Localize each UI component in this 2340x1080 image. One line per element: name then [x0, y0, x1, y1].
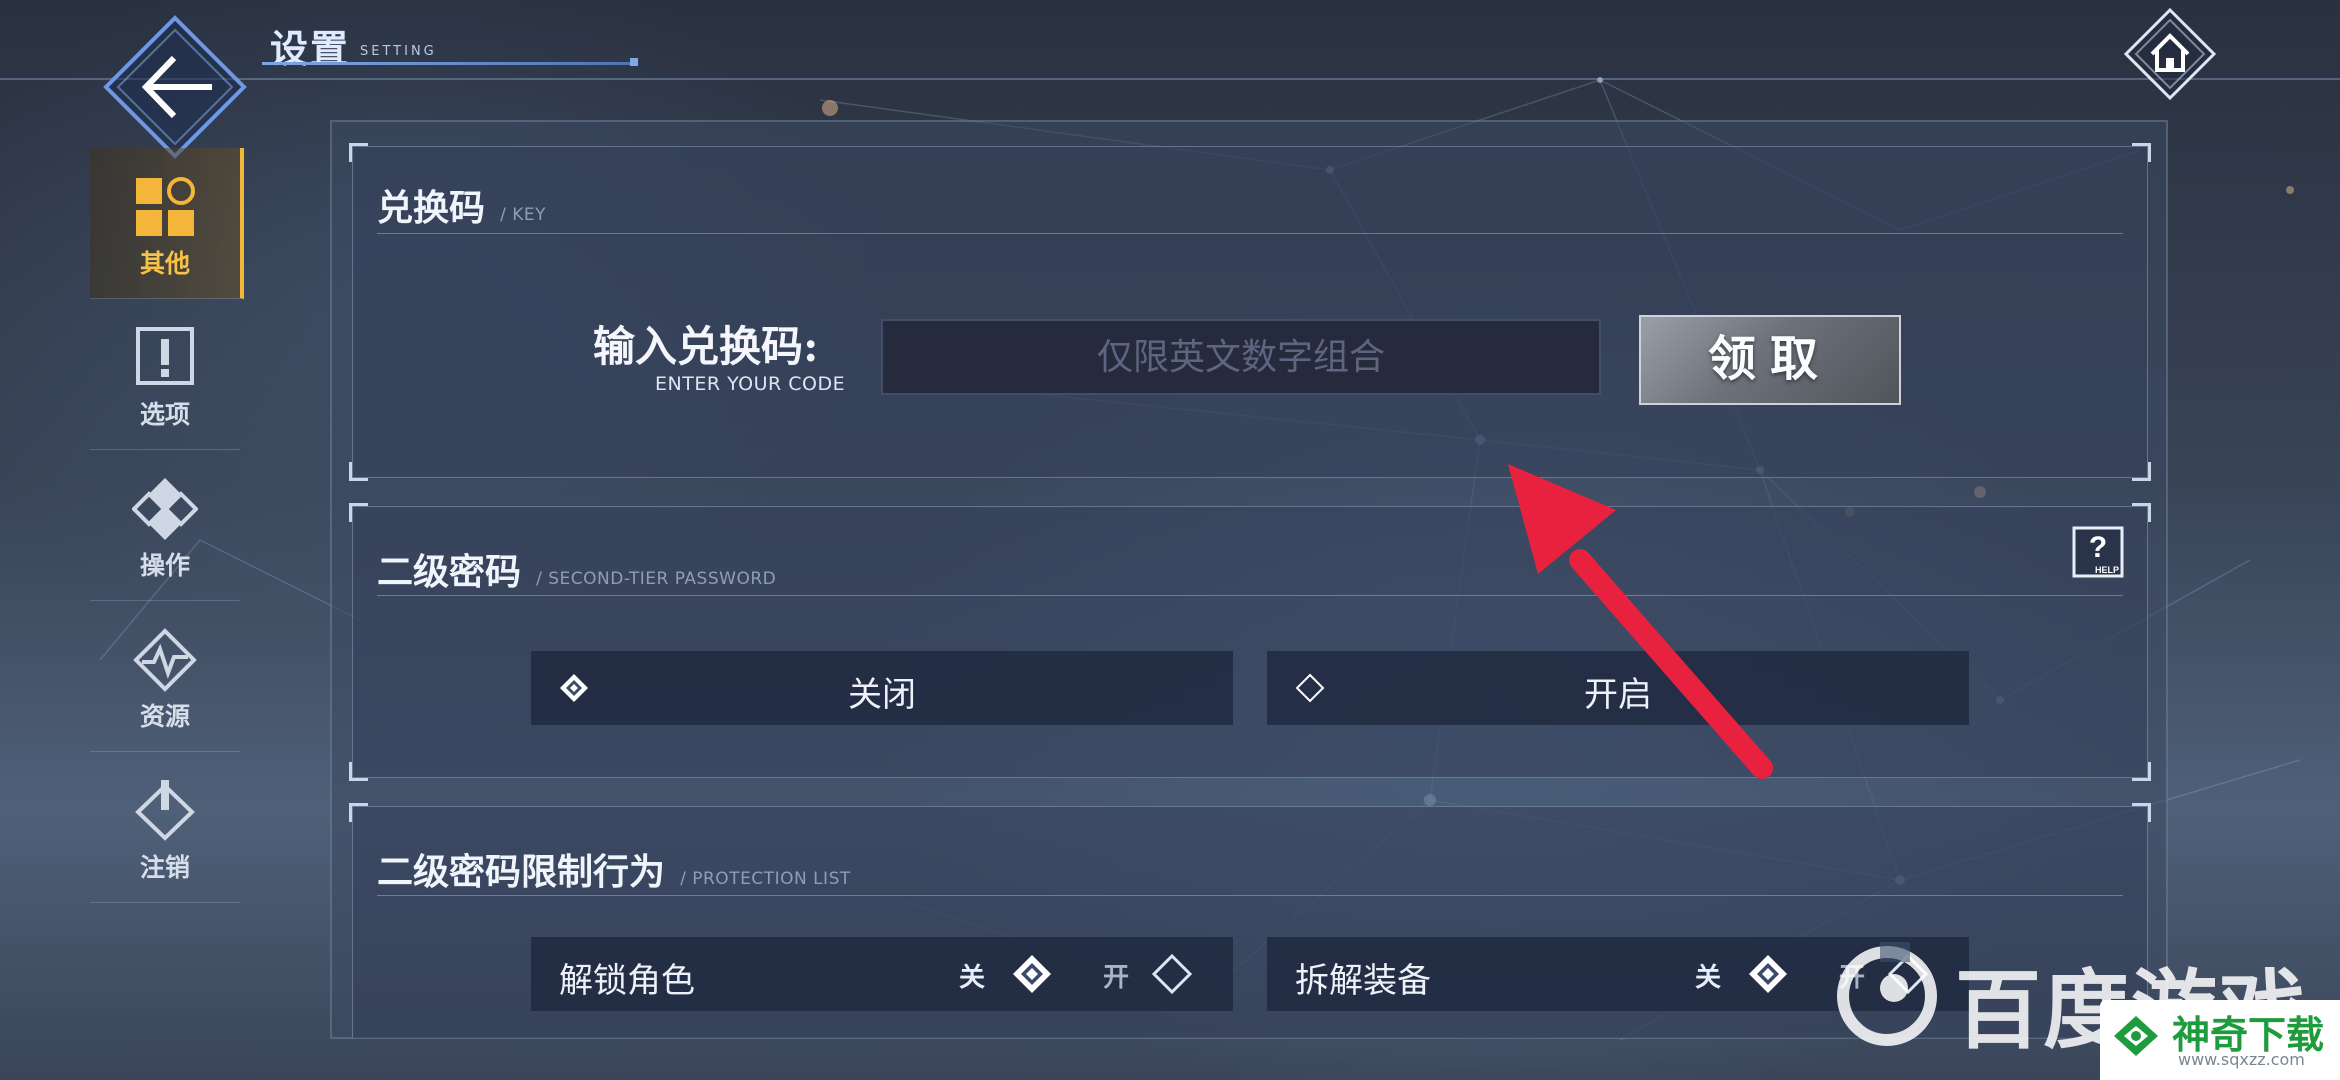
sidebar-item-logout[interactable]: 注销: [90, 752, 240, 903]
sidebar: 其他 选项 操作 资源 注销: [90, 148, 244, 903]
exclamation-icon: [136, 327, 194, 385]
section-title: 兑换码: [377, 187, 486, 229]
help-label: HELP: [2095, 565, 2119, 575]
diamond-selected-icon[interactable]: [1747, 953, 1789, 995]
home-button[interactable]: [2122, 6, 2218, 102]
sidebar-item-label: 资源: [139, 702, 190, 731]
sidebar-item-resources[interactable]: 资源: [90, 601, 240, 752]
page-subtitle: SETTING: [360, 44, 437, 59]
pulse-diamond-icon: [133, 628, 197, 692]
off-label: 关: [959, 963, 986, 993]
protection-header: 二级密码限制行为 / PROTECTION LIST: [377, 843, 851, 895]
sidebar-item-options[interactable]: 选项: [90, 299, 240, 450]
back-arrow-icon: [103, 15, 247, 159]
sqxz-watermark-url: www.sqxzz.com: [2178, 1050, 2305, 1069]
sqxz-watermark: 神奇下载 www.sqxzz.com: [2100, 1000, 2340, 1080]
home-icon: [2123, 7, 2217, 101]
option-off[interactable]: 关闭: [531, 651, 1233, 725]
protection-item-label: 解锁角色: [559, 961, 695, 1001]
redeem-input-sublabel: ENTER YOUR CODE: [655, 373, 846, 395]
back-button[interactable]: [100, 12, 250, 162]
sidebar-item-controls[interactable]: 操作: [90, 450, 240, 601]
claim-button[interactable]: 领取: [1639, 315, 1901, 405]
title-dot: [630, 58, 638, 66]
section-subtitle: / SECOND-TIER PASSWORD: [536, 569, 777, 589]
section-subtitle: / KEY: [500, 205, 547, 225]
section-title: 二级密码限制行为: [377, 851, 666, 893]
section-subtitle: / PROTECTION LIST: [680, 869, 851, 889]
protection-item-label: 拆解装备: [1295, 961, 1431, 1001]
sidebar-item-label: 选项: [139, 400, 190, 429]
sidebar-item-label: 注销: [139, 853, 190, 882]
redeem-input-label: 输入兑换码:: [593, 322, 819, 371]
grid-circle-icon: [136, 177, 195, 236]
baidu-watermark-logo-icon: [1837, 942, 1937, 1046]
sidebar-item-label: 其他: [139, 249, 190, 278]
second-password-section: 二级密码 / SECOND-TIER PASSWORD ? HELP 关闭 开启: [349, 503, 2151, 781]
diamond-selected-icon[interactable]: [1011, 953, 1053, 995]
sidebar-item-other[interactable]: 其他: [90, 148, 244, 299]
top-divider: [0, 78, 2340, 80]
option-label: 关闭: [848, 675, 916, 715]
protection-row-unlock-character: 解锁角色 关 开: [531, 937, 1233, 1011]
redeem-section: 兑换码 / KEY 输入兑换码: ENTER YOUR CODE 领取: [349, 143, 2151, 481]
option-label: 开启: [1584, 675, 1652, 715]
on-label: 开: [1103, 963, 1130, 993]
sqxz-logo-icon: [2114, 1016, 2158, 1056]
redeem-code-input[interactable]: [881, 319, 1601, 395]
svg-text:?: ?: [2089, 531, 2107, 564]
redeem-header: 兑换码 / KEY: [377, 179, 546, 231]
sidebar-item-label: 操作: [139, 551, 190, 580]
page-title-bar: 设置 SETTING: [262, 18, 642, 71]
diamond-cluster-icon: [132, 478, 198, 540]
section-title: 二级密码: [377, 551, 522, 593]
off-label: 关: [1695, 963, 1722, 993]
help-icon[interactable]: ? HELP: [2071, 525, 2125, 579]
power-icon: [135, 780, 195, 841]
option-on[interactable]: 开启: [1267, 651, 1969, 725]
diamond-empty-icon[interactable]: [1151, 953, 1193, 995]
title-underline: [262, 62, 632, 65]
settings-panel: 兑换码 / KEY 输入兑换码: ENTER YOUR CODE 领取 二级密码…: [330, 120, 2168, 1039]
second-password-header: 二级密码 / SECOND-TIER PASSWORD: [377, 543, 776, 595]
